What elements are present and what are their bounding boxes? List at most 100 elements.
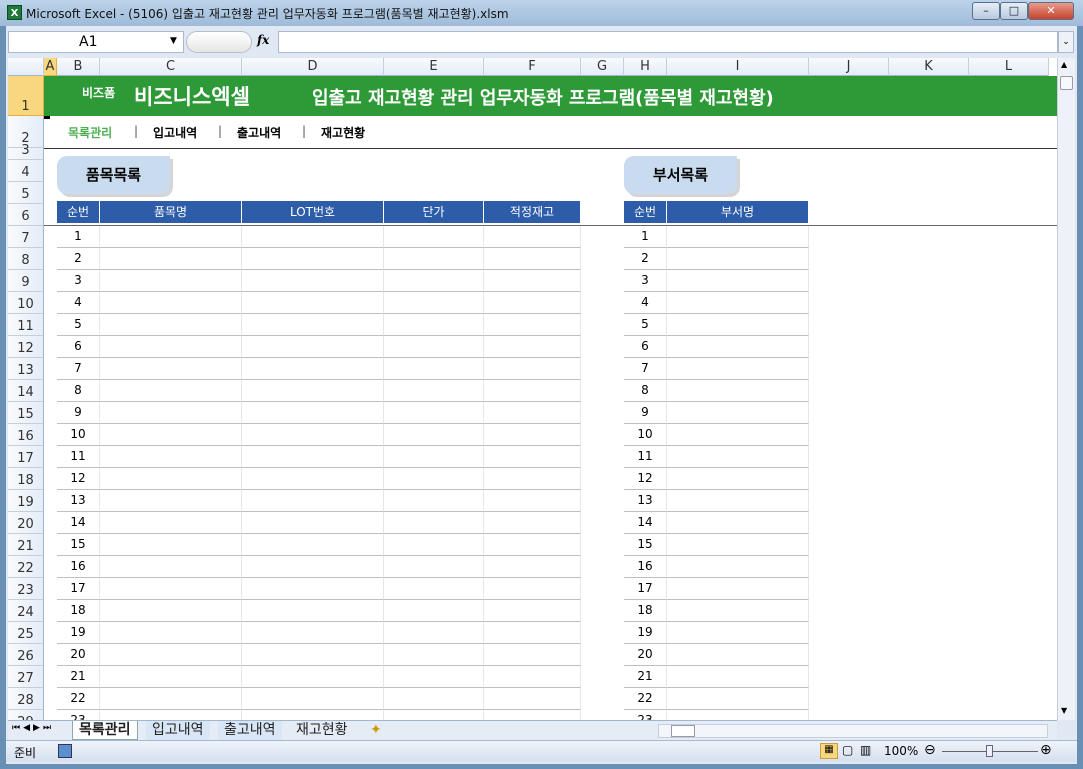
items-cell[interactable] bbox=[484, 424, 581, 446]
dept-cell[interactable] bbox=[667, 358, 809, 380]
zoom-slider-thumb[interactable] bbox=[986, 745, 993, 757]
column-header-I[interactable]: I bbox=[667, 58, 809, 76]
column-header-K[interactable]: K bbox=[889, 58, 969, 76]
items-cell[interactable] bbox=[484, 688, 581, 710]
dept-seq-cell[interactable]: 4 bbox=[624, 292, 667, 314]
dept-cell[interactable] bbox=[667, 226, 809, 248]
items-cell[interactable] bbox=[484, 270, 581, 292]
items-seq-cell[interactable]: 14 bbox=[57, 512, 100, 534]
items-cell[interactable] bbox=[100, 468, 242, 490]
items-cell[interactable] bbox=[384, 424, 484, 446]
items-seq-cell[interactable]: 2 bbox=[57, 248, 100, 270]
dept-seq-cell[interactable]: 10 bbox=[624, 424, 667, 446]
dept-seq-cell[interactable]: 15 bbox=[624, 534, 667, 556]
dept-cell[interactable] bbox=[667, 534, 809, 556]
dept-cell[interactable] bbox=[667, 424, 809, 446]
row-header-20[interactable]: 20 bbox=[8, 512, 44, 534]
items-cell[interactable] bbox=[384, 270, 484, 292]
items-cell[interactable] bbox=[484, 358, 581, 380]
row-header-7[interactable]: 7 bbox=[8, 226, 44, 248]
dept-seq-cell[interactable]: 14 bbox=[624, 512, 667, 534]
minimize-button[interactable]: – bbox=[972, 2, 1000, 20]
items-cell[interactable] bbox=[484, 402, 581, 424]
row-header-9[interactable]: 9 bbox=[8, 270, 44, 292]
items-seq-cell[interactable]: 22 bbox=[57, 688, 100, 710]
scroll-up-icon[interactable]: ▲ bbox=[1061, 60, 1067, 69]
items-cell[interactable] bbox=[100, 424, 242, 446]
items-cell[interactable] bbox=[484, 556, 581, 578]
sheet-tab-outbound[interactable]: 출고내역 bbox=[218, 721, 282, 740]
row-header-1[interactable]: 1 bbox=[8, 76, 44, 116]
dept-seq-cell[interactable]: 3 bbox=[624, 270, 667, 292]
items-cell[interactable] bbox=[242, 468, 384, 490]
dept-seq-cell[interactable]: 20 bbox=[624, 644, 667, 666]
items-cell[interactable] bbox=[100, 622, 242, 644]
dept-cell[interactable] bbox=[667, 688, 809, 710]
items-cell[interactable] bbox=[242, 424, 384, 446]
row-header-24[interactable]: 24 bbox=[8, 600, 44, 622]
hscroll-thumb[interactable] bbox=[671, 725, 695, 737]
row-header-8[interactable]: 8 bbox=[8, 248, 44, 270]
items-cell[interactable] bbox=[484, 446, 581, 468]
column-header-L[interactable]: L bbox=[969, 58, 1049, 76]
items-cell[interactable] bbox=[100, 226, 242, 248]
insert-function-icon[interactable]: fx bbox=[257, 33, 269, 47]
items-seq-cell[interactable]: 10 bbox=[57, 424, 100, 446]
items-cell[interactable] bbox=[242, 688, 384, 710]
items-cell[interactable] bbox=[484, 292, 581, 314]
items-cell[interactable] bbox=[100, 446, 242, 468]
items-cell[interactable] bbox=[384, 688, 484, 710]
row-header-11[interactable]: 11 bbox=[8, 314, 44, 336]
column-header-G[interactable]: G bbox=[581, 58, 624, 76]
items-cell[interactable] bbox=[484, 600, 581, 622]
items-cell[interactable] bbox=[242, 292, 384, 314]
dept-seq-cell[interactable]: 18 bbox=[624, 600, 667, 622]
items-seq-cell[interactable]: 4 bbox=[57, 292, 100, 314]
row-header-13[interactable]: 13 bbox=[8, 358, 44, 380]
dept-seq-cell[interactable]: 13 bbox=[624, 490, 667, 512]
dept-seq-cell[interactable]: 6 bbox=[624, 336, 667, 358]
dept-seq-cell[interactable]: 8 bbox=[624, 380, 667, 402]
items-seq-cell[interactable]: 5 bbox=[57, 314, 100, 336]
row-header-18[interactable]: 18 bbox=[8, 468, 44, 490]
items-cell[interactable] bbox=[242, 666, 384, 688]
items-cell[interactable] bbox=[484, 666, 581, 688]
dept-cell[interactable] bbox=[667, 512, 809, 534]
nav-link-stock[interactable]: 재고현황 bbox=[321, 124, 365, 141]
items-cell[interactable] bbox=[100, 688, 242, 710]
column-header-F[interactable]: F bbox=[484, 58, 581, 76]
items-cell[interactable] bbox=[242, 644, 384, 666]
items-cell[interactable] bbox=[484, 622, 581, 644]
row-header-28[interactable]: 28 bbox=[8, 688, 44, 710]
row-header-23[interactable]: 23 bbox=[8, 578, 44, 600]
items-cell[interactable] bbox=[100, 600, 242, 622]
items-cell[interactable] bbox=[384, 600, 484, 622]
items-cell[interactable] bbox=[100, 358, 242, 380]
row-header-27[interactable]: 27 bbox=[8, 666, 44, 688]
items-cell[interactable] bbox=[100, 666, 242, 688]
items-seq-cell[interactable]: 20 bbox=[57, 644, 100, 666]
row-header-16[interactable]: 16 bbox=[8, 424, 44, 446]
items-cell[interactable] bbox=[384, 710, 484, 720]
dept-cell[interactable] bbox=[667, 644, 809, 666]
zoom-level[interactable]: 100% bbox=[884, 744, 918, 758]
items-seq-cell[interactable]: 7 bbox=[57, 358, 100, 380]
items-cell[interactable] bbox=[242, 380, 384, 402]
items-cell[interactable] bbox=[384, 446, 484, 468]
row-header-15[interactable]: 15 bbox=[8, 402, 44, 424]
items-cell[interactable] bbox=[384, 644, 484, 666]
row-header-10[interactable]: 10 bbox=[8, 292, 44, 314]
select-all-corner[interactable] bbox=[8, 58, 44, 76]
sheet-tab-stock[interactable]: 재고현황 bbox=[290, 721, 354, 740]
items-cell[interactable] bbox=[100, 578, 242, 600]
items-cell[interactable] bbox=[484, 512, 581, 534]
items-cell[interactable] bbox=[100, 314, 242, 336]
items-cell[interactable] bbox=[100, 292, 242, 314]
items-cell[interactable] bbox=[484, 534, 581, 556]
row-header-4[interactable]: 4 bbox=[8, 160, 44, 182]
row-header-14[interactable]: 14 bbox=[8, 380, 44, 402]
items-cell[interactable] bbox=[384, 556, 484, 578]
horizontal-scrollbar[interactable] bbox=[658, 724, 1048, 738]
items-seq-cell[interactable]: 19 bbox=[57, 622, 100, 644]
row-header-26[interactable]: 26 bbox=[8, 644, 44, 666]
